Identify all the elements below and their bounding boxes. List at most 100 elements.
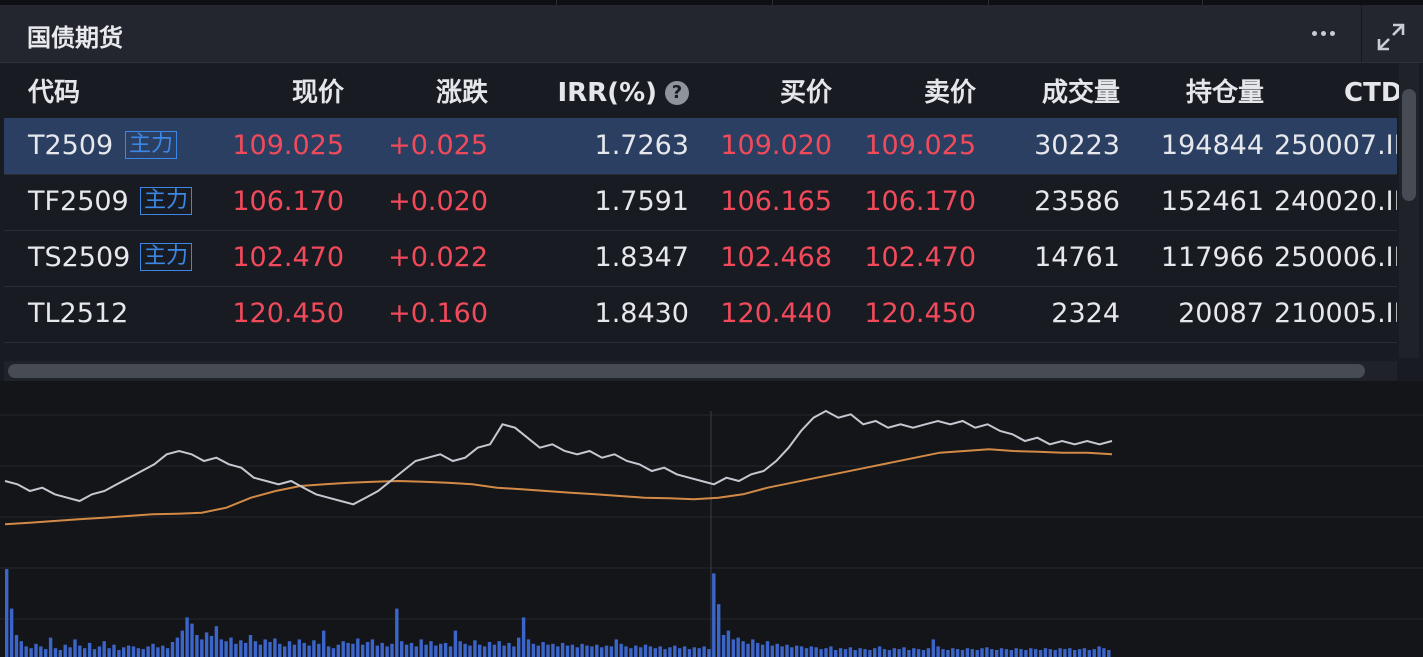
cell-irr: 1.8430 bbox=[594, 298, 689, 329]
volume-bar bbox=[629, 648, 633, 657]
volume-bar bbox=[1058, 648, 1062, 657]
volume-bar bbox=[951, 648, 955, 657]
volume-bar bbox=[463, 643, 467, 657]
volume-bar bbox=[439, 643, 443, 657]
volume-bar bbox=[122, 647, 126, 657]
header-volume[interactable]: 成交量 bbox=[980, 63, 1120, 119]
volume-bar bbox=[595, 644, 599, 657]
volume-bar bbox=[521, 617, 526, 657]
panel-header: 国债期货 bbox=[0, 5, 1423, 63]
volume-bar bbox=[887, 650, 892, 657]
volume-bar bbox=[1009, 650, 1013, 657]
expand-arrows-icon[interactable] bbox=[1374, 20, 1408, 54]
volume-bar bbox=[575, 647, 579, 657]
volume-bar bbox=[512, 646, 516, 657]
cell-volume: 2324 bbox=[1051, 298, 1120, 329]
header-price[interactable]: 现价 bbox=[204, 63, 344, 119]
help-icon[interactable]: ? bbox=[665, 81, 689, 105]
volume-bar bbox=[560, 642, 565, 657]
volume-bar bbox=[999, 648, 1004, 657]
volume-bar bbox=[1019, 649, 1023, 657]
volume-bar bbox=[331, 648, 336, 657]
volume-bar bbox=[834, 650, 838, 657]
cell-ask: 102.470 bbox=[864, 242, 976, 273]
volume-bar bbox=[1097, 646, 1101, 657]
volume-bar bbox=[692, 647, 696, 657]
cell-irr: 1.8347 bbox=[594, 242, 689, 273]
volume-bar bbox=[619, 643, 623, 657]
volume-bar bbox=[687, 649, 692, 657]
panel-title: 国债期货 bbox=[27, 24, 123, 52]
volume-bar bbox=[1038, 650, 1043, 657]
main-contract-badge: 主力 bbox=[140, 243, 193, 271]
header-ask[interactable]: 卖价 bbox=[836, 63, 976, 119]
table-row[interactable]: TL2512 120.450 +0.160 1.8430 120.440 120.450 2… bbox=[4, 286, 1397, 343]
header-irr[interactable]: IRR(%)? bbox=[504, 63, 689, 119]
horizontal-scrollbar[interactable] bbox=[4, 361, 1397, 381]
intraday-chart-svg bbox=[0, 409, 1423, 657]
volume-bar bbox=[936, 646, 940, 657]
volume-bar bbox=[760, 644, 765, 657]
contract-code: TS2509 bbox=[28, 242, 131, 273]
volume-bar bbox=[351, 643, 355, 657]
volume-bar bbox=[526, 639, 531, 657]
header-ctd[interactable]: CTD bbox=[1344, 63, 1402, 119]
volume-bar bbox=[648, 646, 653, 657]
more-dots-icon[interactable] bbox=[1305, 17, 1341, 49]
volume-bar bbox=[985, 647, 989, 657]
volume-bar bbox=[58, 650, 62, 657]
volume-bar bbox=[112, 644, 116, 657]
volume-bar bbox=[63, 644, 67, 657]
table-row[interactable]: T2509 主力 109.025 +0.025 1.7263 109.020 109.025… bbox=[4, 118, 1397, 175]
volume-bar bbox=[600, 647, 604, 657]
volume-bar bbox=[297, 639, 301, 657]
cell-price: 109.025 bbox=[232, 130, 344, 161]
volume-bar bbox=[931, 639, 935, 657]
volume-bar bbox=[395, 608, 399, 657]
header-bid[interactable]: 买价 bbox=[692, 63, 832, 119]
volume-bar bbox=[146, 646, 150, 657]
table-row[interactable]: TS2509 主力 102.470 +0.022 1.8347 102.468 102.47… bbox=[4, 230, 1397, 287]
volume-bar bbox=[278, 643, 282, 657]
volume-bar bbox=[580, 643, 584, 657]
volume-bar bbox=[424, 644, 428, 657]
volume-bar bbox=[214, 626, 219, 657]
volume-bar bbox=[1029, 648, 1033, 657]
volume-bar bbox=[83, 648, 87, 657]
volume-bar bbox=[799, 646, 804, 657]
volume-bar bbox=[156, 647, 160, 657]
volume-bar bbox=[829, 646, 833, 657]
volume-bar bbox=[546, 644, 550, 657]
volume-bar bbox=[126, 645, 131, 657]
cell-volume: 14761 bbox=[1034, 242, 1120, 273]
volume-bar bbox=[107, 648, 111, 657]
volume-bar bbox=[653, 648, 657, 657]
volume-bar bbox=[882, 649, 887, 657]
volume-bar bbox=[356, 638, 360, 657]
volume-bar bbox=[707, 649, 711, 657]
volume-bar bbox=[326, 646, 331, 657]
contract-code: TF2509 bbox=[28, 186, 129, 217]
volume-bar bbox=[136, 648, 141, 657]
volume-bar bbox=[204, 632, 209, 657]
volume-bar bbox=[1034, 649, 1038, 657]
volume-bar bbox=[322, 630, 326, 657]
volume-bar bbox=[682, 646, 687, 657]
volume-bar bbox=[346, 642, 350, 657]
header-oi[interactable]: 持仓量 bbox=[1124, 63, 1264, 119]
volume-bar bbox=[195, 635, 199, 657]
volume-bar bbox=[746, 643, 750, 657]
volume-bar bbox=[117, 650, 121, 657]
volume-bar bbox=[604, 645, 609, 657]
table-row[interactable]: TF2509 主力 106.170 +0.020 1.7591 106.165 106.17… bbox=[4, 174, 1397, 231]
volume-bar bbox=[365, 642, 370, 657]
volume-bar bbox=[819, 649, 823, 657]
header-change[interactable]: 涨跌 bbox=[348, 63, 488, 119]
volume-bar bbox=[141, 649, 145, 657]
horizontal-scroll-thumb[interactable] bbox=[8, 364, 1365, 378]
vertical-scroll-thumb[interactable] bbox=[1402, 89, 1416, 201]
volume-bar bbox=[980, 648, 984, 657]
header-code[interactable]: 代码 bbox=[28, 63, 80, 119]
volume-bar bbox=[190, 623, 194, 657]
vertical-scrollbar[interactable] bbox=[1399, 63, 1419, 358]
